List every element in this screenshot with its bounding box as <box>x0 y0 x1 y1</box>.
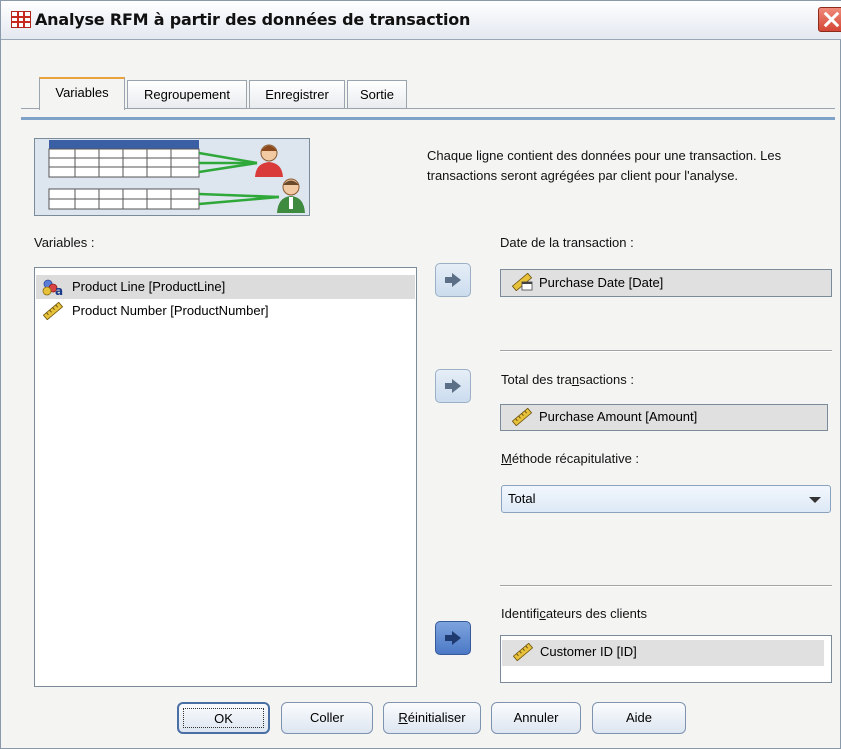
svg-text:a: a <box>55 284 63 296</box>
tab-sortie[interactable]: Sortie <box>347 80 407 108</box>
tab-enregistrer[interactable]: Enregistrer <box>249 80 345 108</box>
move-to-customer-button[interactable] <box>435 621 471 655</box>
transaction-total-label: Total des transactions : <box>501 372 634 387</box>
help-button[interactable]: Aide <box>592 702 686 734</box>
dialog-window: Analyse RFM à partir des données de tran… <box>0 0 841 749</box>
arrow-right-icon <box>445 631 461 645</box>
cancel-button[interactable]: Annuler <box>491 702 581 734</box>
tab-regroupement[interactable]: Regroupement <box>127 80 247 108</box>
separator <box>500 585 832 587</box>
spss-table-icon <box>11 11 31 28</box>
list-item[interactable]: Customer ID [ID] <box>502 640 824 666</box>
transaction-date-field[interactable]: Purchase Date [Date] <box>500 269 832 297</box>
ok-button[interactable]: OK <box>177 702 270 734</box>
window-title: Analyse RFM à partir des données de tran… <box>35 10 471 29</box>
title-bar: Analyse RFM à partir des données de tran… <box>1 1 841 40</box>
variables-label: Variables : <box>34 235 95 250</box>
list-item[interactable]: Product Number [ProductNumber] <box>36 299 415 323</box>
transaction-illustration <box>34 138 310 216</box>
customer-ids-label: Identificateurs des clients <box>501 606 647 621</box>
scale-variable-icon <box>42 302 64 320</box>
paste-button[interactable]: Coller <box>281 702 373 734</box>
customer-ids-list[interactable]: Customer ID [ID] <box>500 635 832 683</box>
separator <box>500 350 832 352</box>
tab-panel-border <box>21 117 835 120</box>
source-variable-list[interactable]: a Product Line [ProductLine] Product Num… <box>34 267 417 687</box>
summary-method-select[interactable]: Total <box>501 485 831 513</box>
dialog-description: Chaque ligne contient des données pour u… <box>427 148 782 183</box>
scale-variable-icon <box>511 408 533 426</box>
arrow-right-icon <box>445 273 461 287</box>
data-to-customer-illustration <box>35 139 309 215</box>
transaction-date-label: Date de la transaction : <box>500 235 634 250</box>
arrow-right-icon <box>445 379 461 393</box>
move-to-total-button[interactable] <box>435 369 471 403</box>
date-scale-icon <box>511 273 533 291</box>
scale-variable-icon <box>512 643 534 661</box>
reset-button[interactable]: Réinitialiser <box>383 702 481 734</box>
summary-method-label: Méthode récapitulative : <box>501 451 640 466</box>
tab-variables[interactable]: Variables <box>39 77 125 110</box>
nominal-variable-icon: a <box>42 279 63 296</box>
move-to-date-button[interactable] <box>435 263 471 297</box>
transaction-total-field[interactable]: Purchase Amount [Amount] <box>500 404 828 431</box>
chevron-down-icon <box>809 497 821 503</box>
list-item[interactable]: a Product Line [ProductLine] <box>36 275 415 299</box>
close-button[interactable] <box>818 7 841 32</box>
